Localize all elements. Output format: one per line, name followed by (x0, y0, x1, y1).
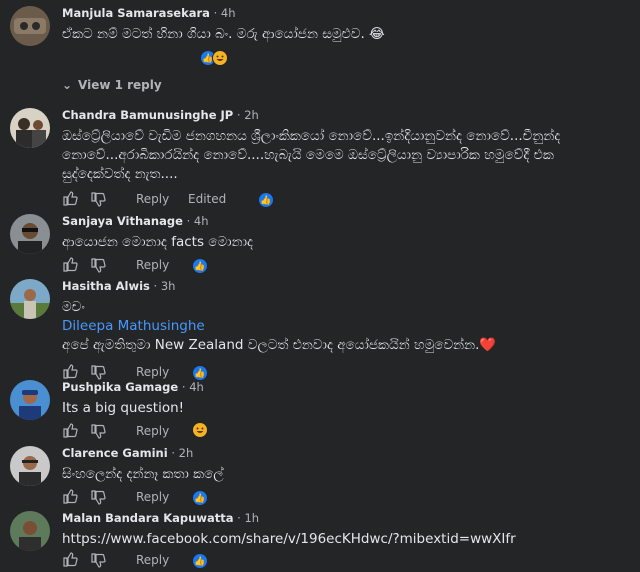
view-replies-label: View 1 reply (78, 78, 162, 92)
avatar[interactable] (10, 511, 50, 551)
meta-separator: · (153, 279, 158, 293)
thumbs-down-icon[interactable] (90, 424, 106, 440)
meta-separator: · (236, 108, 241, 122)
avatar[interactable] (10, 380, 50, 420)
reply-button[interactable]: Reply (136, 258, 169, 272)
comment-text: Its a big question! (62, 400, 185, 416)
comment-actions: Reply 👍 (62, 256, 482, 276)
comment-actions: Reply (62, 422, 482, 442)
like-reaction-icon[interactable]: 👍 (192, 258, 208, 274)
comment-text-continued: අපේ ඇමතිතුමා New Zealand වලටත් එනවාද අයෝ… (62, 337, 497, 353)
mentioned-user-link[interactable]: Dileepa Mathusinghe (62, 317, 632, 336)
comment-author[interactable]: Clarence Gamini (62, 446, 168, 460)
thumbs-down-icon[interactable] (90, 192, 106, 208)
haha-emoji-icon[interactable] (192, 422, 208, 438)
comment-time[interactable]: 4h (221, 6, 236, 20)
reply-button[interactable]: Reply (136, 424, 169, 438)
haha-emoji-icon (212, 50, 228, 66)
view-replies-link[interactable]: ⌄ View 1 reply (62, 78, 162, 92)
comment-text: සිංහලෙන්ද දන්නෑ කතා කලේ (62, 466, 224, 482)
meta-separator: · (171, 446, 175, 460)
thumbs-down-icon[interactable] (90, 365, 106, 381)
comment-link[interactable]: https://www.facebook.com/share/v/196ecKH… (62, 530, 632, 549)
meta-separator: · (237, 511, 241, 525)
meta-separator: · (186, 214, 191, 228)
comment-time[interactable]: 4h (189, 380, 204, 394)
thumbs-up-icon[interactable] (62, 551, 78, 567)
comment-text: ආයොජන මොනාද facts මොනාද (62, 234, 254, 250)
thumbs-up-icon[interactable] (62, 422, 78, 438)
comment-author[interactable]: Pushpika Gamage (62, 380, 178, 394)
meta-separator: · (181, 380, 186, 394)
comment-actions: Reply 👍 (62, 488, 482, 508)
comment-actions: Reply Edited 👍 (62, 190, 482, 210)
comment-author[interactable]: Hasitha Alwis (62, 279, 150, 293)
comment-text: මචං (62, 299, 85, 315)
reaction-summary[interactable]: 👍 (200, 50, 236, 68)
comments-panel: Manjula Samarasekara · 4h ඒකට නම් මටත් හ… (0, 0, 640, 572)
comment-author[interactable]: Malan Bandara Kapuwatta (62, 511, 233, 525)
comment-actions: Reply 👍 (62, 551, 482, 571)
comment-time[interactable]: 1h (244, 511, 259, 525)
reply-button[interactable]: Reply (136, 192, 169, 206)
reply-button[interactable]: Reply (136, 490, 169, 504)
thumbs-down-icon[interactable] (90, 553, 106, 569)
reply-button[interactable]: Reply (136, 553, 169, 567)
meta-separator: · (213, 6, 218, 20)
comment-time[interactable]: 4h (194, 214, 209, 228)
thumbs-up-icon[interactable] (62, 363, 78, 379)
comment-text: ඔස්ට්‍රේලියාවේ වැඩිම ජනගහනය ශ්‍රීලාංකිකය… (62, 128, 561, 182)
comment-time[interactable]: 3h (161, 279, 176, 293)
thumbs-up-icon[interactable] (62, 190, 78, 206)
thumbs-up-icon[interactable] (62, 488, 78, 504)
like-reaction-icon[interactable]: 👍 (192, 365, 208, 381)
comment-author[interactable]: Manjula Samarasekara (62, 6, 210, 20)
comment-author[interactable]: Sanjaya Vithanage (62, 214, 183, 228)
like-reaction-icon[interactable]: 👍 (258, 192, 274, 208)
thumbs-down-icon[interactable] (90, 258, 106, 274)
thumbs-down-icon[interactable] (90, 490, 106, 506)
avatar[interactable] (10, 6, 50, 46)
comment-time[interactable]: 2h (179, 446, 194, 460)
comment-text: ඒකට නම් මටත් හිනා ගියා බං. මරු ආයෝජන සමු… (62, 26, 385, 42)
comment-time[interactable]: 2h (244, 108, 259, 122)
reply-button[interactable]: Reply (136, 365, 169, 379)
like-reaction-icon[interactable]: 👍 (192, 553, 208, 569)
avatar[interactable] (10, 214, 50, 254)
like-reaction-icon[interactable]: 👍 (192, 490, 208, 506)
thumbs-up-icon[interactable] (62, 256, 78, 272)
edited-label: Edited (188, 192, 227, 206)
avatar[interactable] (10, 279, 50, 319)
comment-author[interactable]: Chandra Bamunusinghe JP (62, 108, 233, 122)
avatar[interactable] (10, 108, 50, 148)
avatar[interactable] (10, 446, 50, 486)
reply-arrow-icon: ⌄ (62, 78, 73, 92)
